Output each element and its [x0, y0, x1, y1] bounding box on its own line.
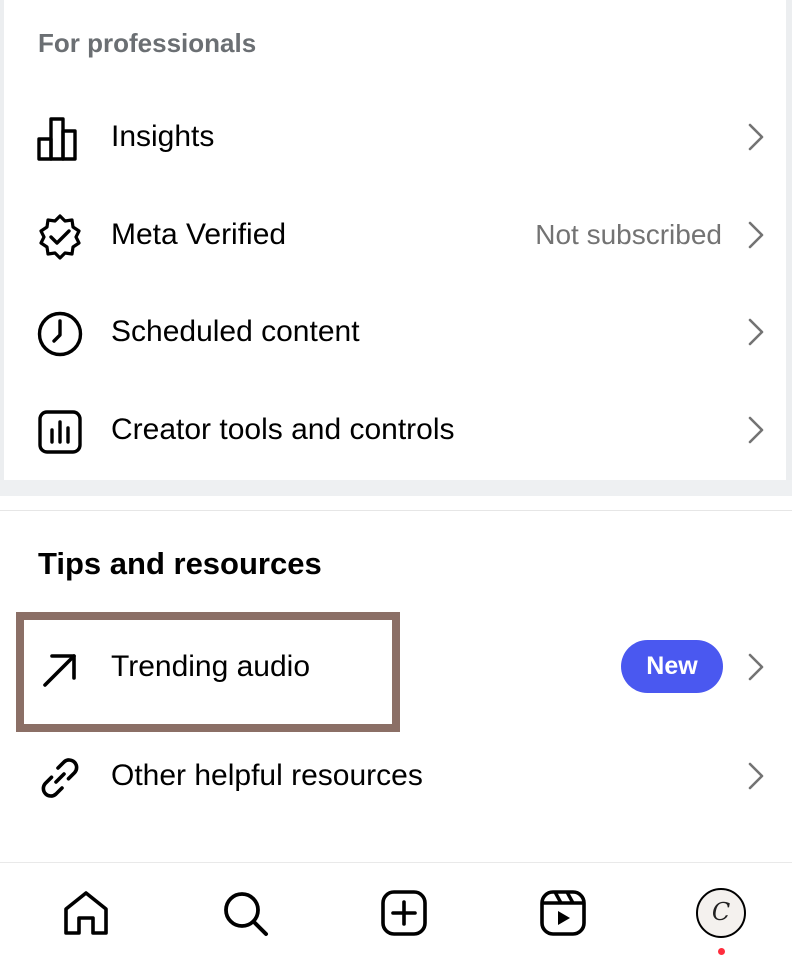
- chevron-right-icon: [748, 123, 764, 151]
- chevron-right-icon: [748, 318, 764, 346]
- menu-item-other-resources[interactable]: Other helpful resources: [0, 736, 792, 816]
- creator-tools-icon: [38, 410, 82, 454]
- menu-item-label: Meta Verified: [111, 218, 287, 251]
- chevron-right-icon: [748, 653, 764, 681]
- reels-icon[interactable]: [537, 887, 589, 939]
- menu-item-creator-tools[interactable]: Creator tools and controls: [0, 390, 792, 470]
- new-badge: New: [621, 640, 723, 693]
- bottom-navigation: [0, 863, 792, 972]
- menu-item-label: Creator tools and controls: [111, 413, 455, 446]
- create-icon[interactable]: [378, 887, 430, 939]
- highlight-box: [16, 612, 400, 732]
- verified-badge-icon: [39, 214, 81, 260]
- notification-dot: [718, 948, 725, 955]
- clock-icon: [37, 311, 83, 357]
- menu-item-label: Scheduled content: [111, 315, 360, 348]
- menu-item-insights[interactable]: Insights: [0, 97, 792, 177]
- insights-bar-chart-icon: [37, 117, 77, 161]
- search-icon[interactable]: [219, 887, 271, 939]
- subscription-status: Not subscribed: [535, 219, 722, 250]
- section-divider: [0, 480, 792, 496]
- profile-avatar[interactable]: C: [696, 888, 746, 938]
- section-header-tips: Tips and resources: [38, 546, 322, 581]
- menu-item-scheduled-content[interactable]: Scheduled content: [0, 292, 792, 372]
- chevron-right-icon: [748, 416, 764, 444]
- home-icon[interactable]: [60, 887, 112, 939]
- chevron-right-icon: [748, 762, 764, 790]
- link-icon: [41, 758, 79, 798]
- divider-line: [0, 510, 792, 511]
- menu-item-label: Other helpful resources: [111, 759, 423, 792]
- menu-item-label: Insights: [111, 120, 215, 153]
- section-header-professionals: For professionals: [38, 28, 257, 58]
- chevron-right-icon: [748, 221, 764, 249]
- menu-item-meta-verified[interactable]: Meta Verified Not subscribed: [0, 195, 792, 275]
